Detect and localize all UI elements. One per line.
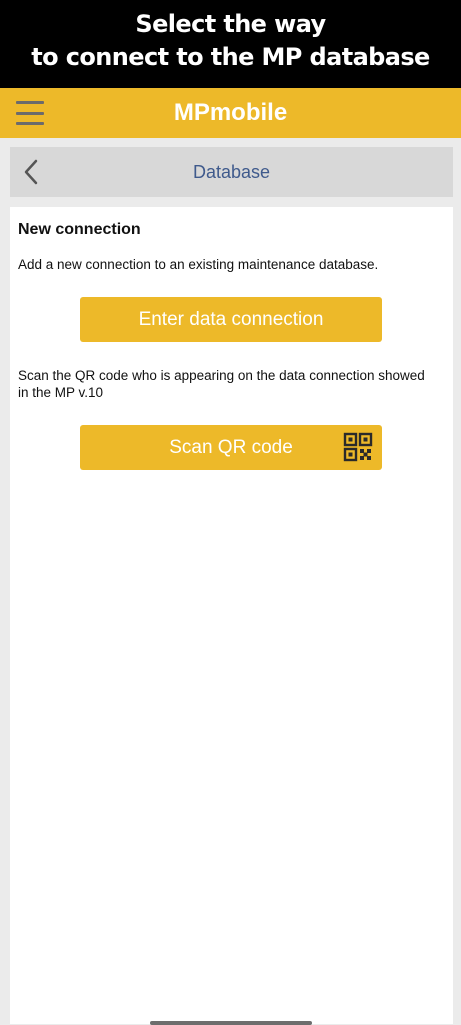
content-panel: New connection Add a new connection to a… (10, 207, 453, 1024)
scan-instructions: Scan the QR code who is appearing on the… (18, 368, 425, 400)
enter-data-connection-label: Enter data connection (138, 308, 324, 330)
section-description: Add a new connection to an existing main… (18, 257, 379, 272)
home-indicator (150, 1021, 312, 1025)
scan-qr-code-button[interactable]: Scan QR code (80, 425, 382, 470)
page-title: Database (192, 162, 271, 182)
caption-line-1: Select the way (135, 10, 326, 38)
caption-banner: Select the way to connect to the MP data… (0, 0, 461, 88)
app-bar: MPmobile (0, 88, 461, 138)
enter-data-connection-button[interactable]: Enter data connection (80, 297, 382, 342)
caption-line-2: to connect to the MP database (31, 43, 430, 71)
navigation-bar: Database (10, 147, 453, 197)
section-heading: New connection (18, 221, 141, 238)
scan-qr-code-label: Scan QR code (169, 436, 293, 458)
qr-code-icon (343, 432, 373, 462)
app-title: MPmobile (173, 99, 288, 126)
